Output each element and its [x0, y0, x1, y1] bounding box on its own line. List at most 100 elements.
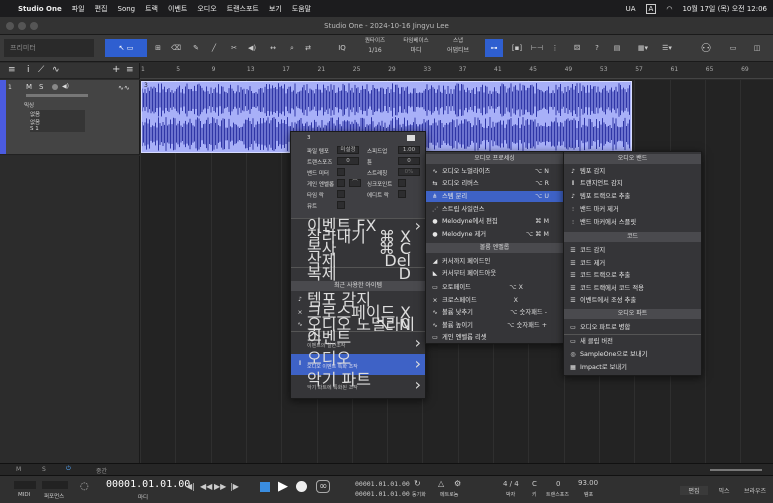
play-button[interactable]: ▶: [278, 479, 288, 494]
loop-start-display[interactable]: 00001.01.01.00: [355, 480, 410, 488]
split-tool-icon[interactable]: ✂: [228, 39, 240, 57]
zoom-slider[interactable]: [710, 469, 762, 471]
fade-in-item[interactable]: ◢ 커서까지 페이드인: [426, 256, 563, 267]
view-grid-icon[interactable]: ▦▾: [634, 39, 652, 57]
list-icon[interactable]: ≡: [8, 65, 16, 75]
status-power-icon[interactable]: ⏻: [66, 465, 71, 473]
automation-icon[interactable]: ⟋: [38, 65, 44, 75]
tempo-value[interactable]: 93.00: [578, 479, 598, 487]
menu-duplicate[interactable]: 복제 D: [291, 266, 425, 282]
edit-tab[interactable]: 편집: [680, 486, 708, 495]
mute-button[interactable]: M: [26, 83, 32, 91]
file-tempo-field[interactable]: 미설정: [337, 146, 359, 154]
output-dropdown[interactable]: 없음: [30, 118, 85, 126]
menu-group-instrument[interactable]: 악기 파트 악기 파트에 특화된 조작 ›: [291, 372, 425, 396]
grid-icon[interactable]: [▪]: [510, 39, 524, 57]
loop-button-icon[interactable]: ∞: [316, 480, 331, 493]
stop-button[interactable]: [260, 482, 270, 492]
snap-value[interactable]: 어댑티브: [444, 46, 472, 55]
band-tempo-detect[interactable]: ♪ 템포 감지: [564, 166, 701, 177]
band-remove-markers[interactable]: ⫶ 밴드 마커 제거: [564, 204, 701, 215]
menu-audio[interactable]: 오디오: [197, 4, 216, 14]
zoom-dot[interactable]: [30, 22, 38, 30]
user-icon[interactable]: ⚇: [698, 39, 714, 57]
time-lock-checkbox[interactable]: [337, 190, 345, 198]
autofade-item[interactable]: ▭ 오토페이드 ⌥ X: [426, 282, 563, 293]
solo-button[interactable]: S: [39, 83, 43, 91]
menu-edit[interactable]: 편집: [95, 4, 108, 14]
snap-toggle-icon[interactable]: ⊶: [485, 39, 503, 57]
crossfade-item[interactable]: ⨯ 크로스페이드 X: [426, 295, 563, 306]
channel-dropdown[interactable]: S 1: [30, 126, 85, 132]
stretch-field[interactable]: 0%: [398, 168, 420, 176]
fade-out-item[interactable]: ◣ 커서부터 페이드아웃: [426, 268, 563, 279]
menu-view[interactable]: 보기: [269, 4, 282, 14]
info-icon[interactable]: i: [27, 65, 30, 75]
record-button[interactable]: [296, 481, 307, 492]
menu-transport[interactable]: 트랜스포트: [227, 4, 259, 14]
time-signature[interactable]: 4 / 4: [503, 480, 519, 488]
chord-remove[interactable]: ☰ 코드 제거: [564, 258, 701, 269]
add-track-icon[interactable]: +: [112, 64, 120, 75]
band-extract-tempo[interactable]: ♪ 템포 트랙으로 추출: [564, 191, 701, 202]
audio-reverse-item[interactable]: ⇆ 오디오 리버스 ⌥ R: [426, 178, 563, 189]
track-header[interactable]: 1 M S ◀) ∿∿ 믹싱 없음 없음 S 1: [0, 80, 140, 155]
volume-down-item[interactable]: ∿ 볼륨 낮추기 ⌥ 숫자패드 -: [426, 307, 563, 318]
transpose-value[interactable]: 0: [556, 480, 560, 488]
loop-end-display[interactable]: 00001.01.01.00: [355, 490, 410, 498]
close-dot[interactable]: [6, 22, 14, 30]
chord-apply[interactable]: ☰ 코드 트랙에서 코드 적용: [564, 283, 701, 294]
menu-song[interactable]: Song: [118, 5, 136, 13]
gain-reset-item[interactable]: ▭ 게인 엔벨롭 리셋: [426, 332, 563, 343]
monitor-icon[interactable]: ◀): [62, 83, 69, 90]
iq-button[interactable]: IQ: [334, 39, 350, 57]
melodyne-edit-item[interactable]: ● Melodyne에서 편집 ⌘ M: [426, 216, 563, 227]
loop-follow-icon[interactable]: ⊢⊣: [530, 39, 544, 57]
menu-track[interactable]: 트랙: [145, 4, 158, 14]
shop-icon[interactable]: ▭: [726, 39, 740, 57]
preset-dropdown[interactable]: 프리미터: [4, 39, 94, 57]
gain-envelope-button[interactable]: ⌒: [349, 179, 361, 187]
settings-icon[interactable]: ◫: [750, 39, 764, 57]
timebase-value[interactable]: 마디: [398, 46, 434, 55]
rewind-icon[interactable]: ◀◀: [200, 482, 212, 491]
forward-icon[interactable]: ▶▶: [214, 482, 226, 491]
sync-icon[interactable]: ↻: [414, 479, 421, 488]
listen-tool-icon[interactable]: ⇄: [302, 39, 314, 57]
wifi-icon[interactable]: ◠: [666, 5, 672, 13]
new-clip-version[interactable]: ▭ 새 클립 버전: [564, 336, 701, 347]
clock[interactable]: 10월 17일 (목) 오전 12:06: [682, 4, 767, 14]
stem-separation-item[interactable]: ⋔ 스템 분리 ⌥ U: [426, 191, 563, 202]
input-source[interactable]: A: [645, 3, 657, 14]
band-split-markers[interactable]: ⫶ 밴드 마커에서 스플릿: [564, 217, 701, 228]
sync-point-checkbox[interactable]: [398, 179, 406, 187]
metronome-icon[interactable]: △: [438, 479, 444, 488]
arrow-tool-button[interactable]: ↖ ▭: [105, 39, 147, 57]
edit-lock-checkbox[interactable]: [398, 190, 406, 198]
chord-detect[interactable]: ☰ 코드 감지: [564, 245, 701, 256]
ua-menu[interactable]: UA: [626, 5, 636, 13]
sync-dial-icon[interactable]: ◌: [80, 481, 89, 492]
mix-tab[interactable]: 믹스: [710, 486, 738, 495]
mute-tool-icon[interactable]: ◀): [246, 39, 258, 57]
status-size[interactable]: 중간: [96, 466, 107, 475]
status-s[interactable]: S: [42, 466, 46, 473]
cursor-follow-icon[interactable]: ⋮: [548, 39, 562, 57]
band-transient-detect[interactable]: ⫴ 트랜지언트 감지: [564, 178, 701, 189]
transpose-field[interactable]: 0: [337, 157, 359, 165]
strip-silence-item[interactable]: ⋰ 스트립 사일런스: [426, 204, 563, 215]
metronome-settings-icon[interactable]: ⚙: [454, 479, 461, 488]
browse-tab[interactable]: 브라우즈: [740, 486, 770, 495]
timeline-ruler[interactable]: 1 5 9 13 17 21 25 29 33 37 41 45 49 53 57 61 65 69: [140, 63, 773, 79]
gain-envelope-checkbox[interactable]: [337, 179, 345, 187]
record-icon[interactable]: [52, 84, 58, 90]
track-options-icon[interactable]: ≡: [126, 65, 134, 75]
eraser-tool-icon[interactable]: ⌫: [170, 39, 182, 57]
menu-event[interactable]: 이벤트: [168, 4, 187, 14]
loop-start-icon[interactable]: ◀|: [186, 482, 195, 491]
dice-icon[interactable]: ⚄: [570, 39, 584, 57]
loop-end-icon[interactable]: |▶: [230, 482, 239, 491]
menu-file[interactable]: 파일: [72, 4, 85, 14]
view-list-icon[interactable]: ☰▾: [658, 39, 676, 57]
bend-tool-icon[interactable]: ╱: [208, 39, 220, 57]
